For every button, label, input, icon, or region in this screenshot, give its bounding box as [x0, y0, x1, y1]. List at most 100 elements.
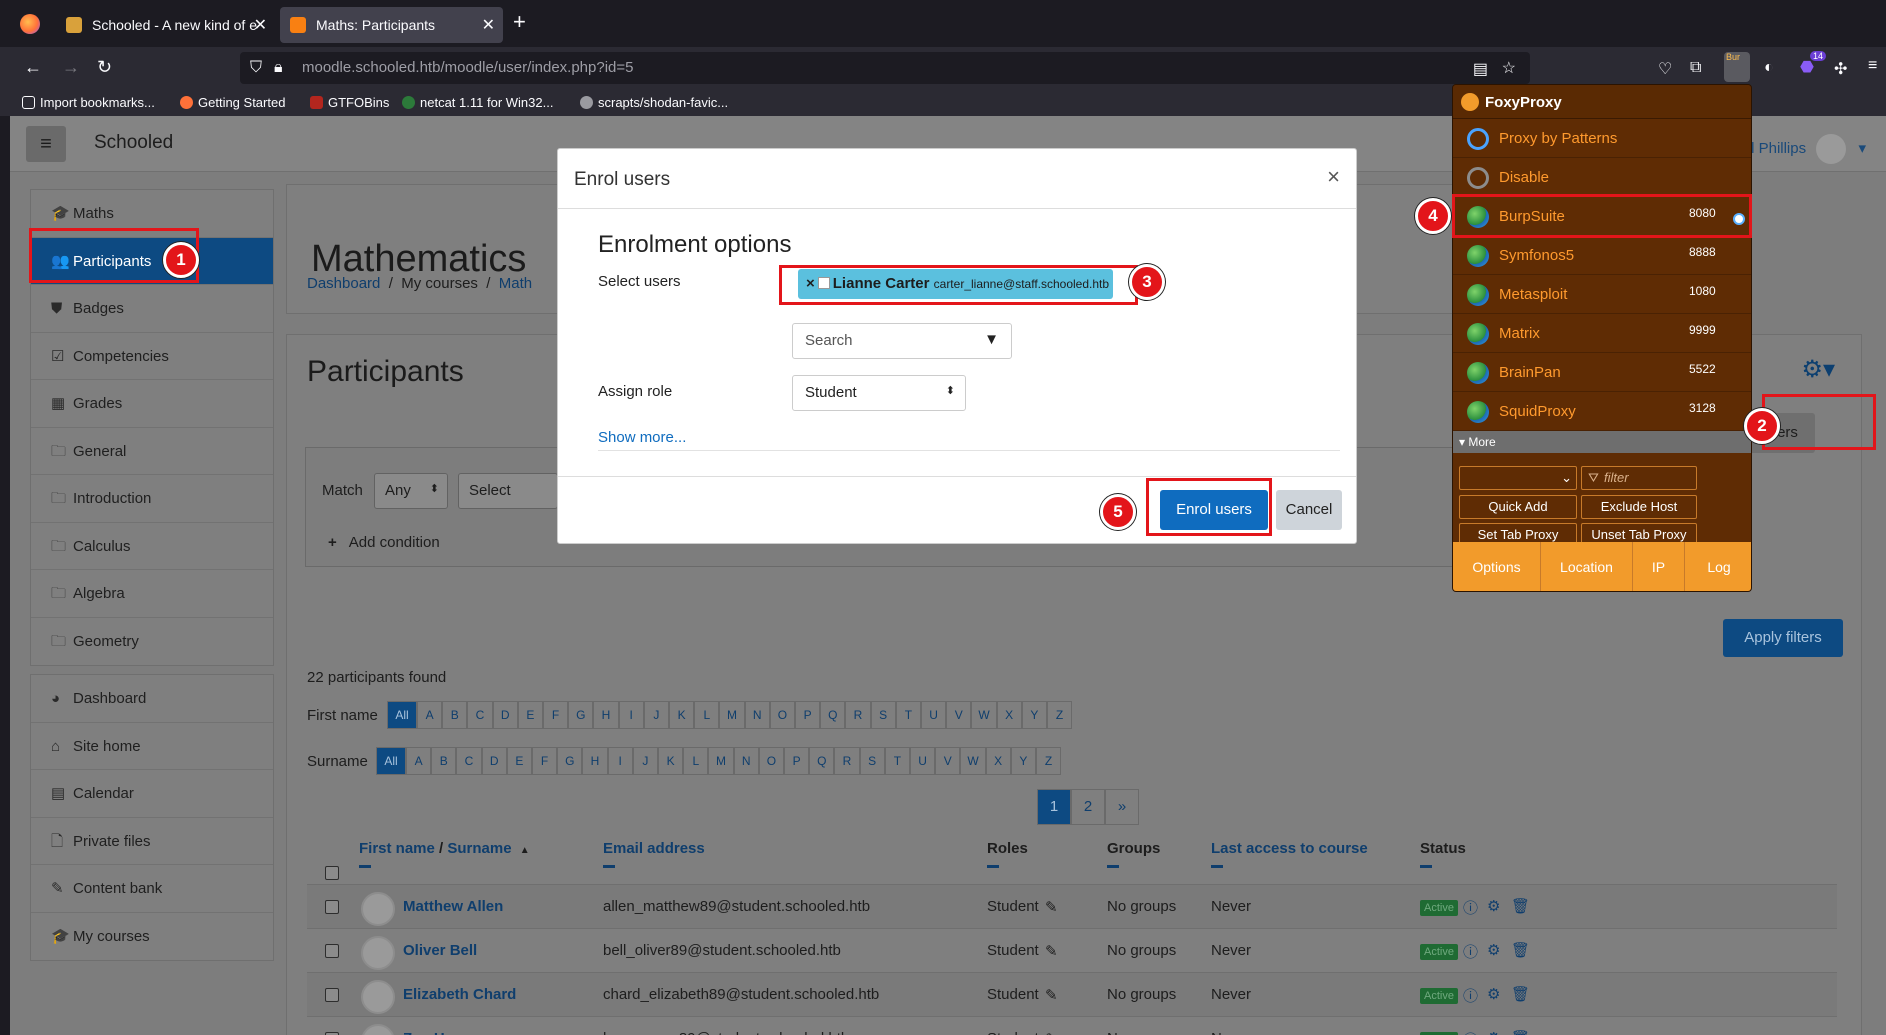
col-email[interactable]: Email address: [603, 840, 705, 868]
first-name-initial-f[interactable]: F: [543, 701, 569, 729]
collapse-column-icon[interactable]: [987, 865, 999, 868]
row-checkbox[interactable]: [325, 988, 339, 1002]
proxy-item-brainpan[interactable]: BrainPan 5522: [1453, 353, 1751, 392]
first-name-initial-r[interactable]: R: [845, 701, 871, 729]
first-name-initial-e[interactable]: E: [517, 701, 543, 729]
surname-initial-l[interactable]: L: [683, 747, 709, 775]
first-name-initial-all[interactable]: All: [387, 701, 417, 729]
back-icon[interactable]: ←: [24, 57, 42, 78]
surname-initial-p[interactable]: P: [784, 747, 810, 775]
surname-initial-u[interactable]: U: [910, 747, 936, 775]
proxy-item-squidproxy[interactable]: SquidProxy 3128: [1453, 392, 1751, 431]
first-name-initial-z[interactable]: Z: [1047, 701, 1073, 729]
first-name-initial-a[interactable]: A: [417, 701, 443, 729]
breadcrumb-my-courses[interactable]: My courses: [401, 275, 478, 292]
collapse-column-icon[interactable]: [1211, 865, 1223, 868]
first-name-initial-g[interactable]: G: [568, 701, 594, 729]
surname-initial-m[interactable]: M: [708, 747, 734, 775]
first-name-initial-p[interactable]: P: [795, 701, 821, 729]
close-icon[interactable]: ×: [1327, 164, 1340, 190]
bookmark-import[interactable]: Import bookmarks...: [22, 95, 155, 110]
first-name-initial-n[interactable]: N: [744, 701, 770, 729]
surname-initial-q[interactable]: Q: [809, 747, 835, 775]
collapse-column-icon[interactable]: [359, 865, 371, 868]
first-name-initial-i[interactable]: I: [618, 701, 644, 729]
bookmark-gtfobins[interactable]: GTFOBins: [310, 95, 389, 110]
drawer-item-general[interactable]: 🗀 General: [31, 428, 273, 475]
surname-initial-c[interactable]: C: [456, 747, 482, 775]
drawer-item-algebra[interactable]: 🗀 Algebra: [31, 570, 273, 618]
drawer-item-content-bank[interactable]: ✎ Content bank: [31, 865, 273, 913]
trash-icon[interactable]: 🗑︎: [1511, 897, 1530, 915]
mode-disable[interactable]: Disable: [1453, 158, 1751, 197]
shield-extension-icon[interactable]: ⬣ 14: [1800, 51, 1827, 77]
surname-initial-f[interactable]: F: [532, 747, 558, 775]
first-name-initial-w[interactable]: W: [971, 701, 997, 729]
pattern-select[interactable]: ⌄: [1459, 466, 1577, 490]
assign-role-select[interactable]: Student ⬍: [792, 375, 966, 411]
exclude-host-button[interactable]: Exclude Host: [1581, 495, 1697, 519]
tab-schooled[interactable]: Schooled - A new kind of e ✕: [56, 7, 275, 43]
first-name-initial-k[interactable]: K: [669, 701, 695, 729]
tab-ip[interactable]: IP: [1633, 542, 1685, 591]
tab-maths-participants[interactable]: Maths: Participants ✕: [280, 7, 503, 43]
user-search-input[interactable]: Search ▼: [792, 323, 1012, 359]
pencil-icon[interactable]: ✎: [1045, 898, 1058, 916]
add-condition-button[interactable]: + Add condition: [328, 534, 440, 551]
bookmark-getting-started[interactable]: Getting Started: [180, 95, 285, 110]
info-icon[interactable]: ⓘ: [1463, 941, 1478, 962]
surname-initial-e[interactable]: E: [506, 747, 532, 775]
bookmark-shodan[interactable]: scrapts/shodan-favic...: [580, 95, 728, 110]
bookmark-star-icon[interactable]: ☆: [1502, 58, 1516, 78]
first-name-initial-d[interactable]: D: [492, 701, 518, 729]
gear-icon[interactable]: ⚙: [1487, 1029, 1500, 1035]
participant-name[interactable]: Matthew Allen: [403, 898, 503, 915]
filter-type-select[interactable]: Select: [458, 473, 558, 509]
proxy-item-symfonos5[interactable]: Symfonos5 8888: [1453, 236, 1751, 275]
surname-initial-o[interactable]: O: [758, 747, 784, 775]
collapse-column-icon[interactable]: [603, 865, 615, 868]
breadcrumb-math[interactable]: Math: [499, 275, 532, 292]
first-name-initial-y[interactable]: Y: [1021, 701, 1047, 729]
menu-icon[interactable]: ≡: [1868, 57, 1877, 75]
col-last-access[interactable]: Last access to course: [1211, 840, 1368, 868]
drawer-item-geometry[interactable]: 🗀 Geometry: [31, 618, 273, 666]
reload-icon[interactable]: ↻: [97, 57, 112, 78]
reader-view-icon[interactable]: ▤: [1473, 59, 1488, 79]
apply-filters-button[interactable]: Apply filters: [1723, 619, 1843, 657]
foxyproxy-toolbar-icon[interactable]: Bur: [1724, 52, 1750, 82]
select-all-checkbox[interactable]: [325, 866, 339, 880]
gear-icon[interactable]: ⚙▾: [1801, 355, 1835, 384]
tab-options[interactable]: Options: [1453, 542, 1541, 591]
proxy-item-metasploit[interactable]: Metasploit 1080: [1453, 275, 1751, 314]
close-tab-icon[interactable]: ✕: [482, 15, 495, 35]
first-name-initial-v[interactable]: V: [946, 701, 972, 729]
drawer-item-grades[interactable]: ▦ Grades: [31, 380, 273, 428]
surname-initial-n[interactable]: N: [733, 747, 759, 775]
drawer-item-private-files[interactable]: 🗋 Private files: [31, 818, 273, 865]
surname-initial-y[interactable]: Y: [1010, 747, 1036, 775]
close-tab-icon[interactable]: ✕: [254, 15, 267, 35]
first-name-initial-h[interactable]: H: [593, 701, 619, 729]
info-icon[interactable]: ⓘ: [1463, 985, 1478, 1006]
surname-initial-k[interactable]: K: [658, 747, 684, 775]
trash-icon[interactable]: 🗑︎: [1511, 1029, 1530, 1035]
drawer-item-badges[interactable]: ⛊ Badges: [31, 285, 273, 333]
first-name-initial-o[interactable]: O: [769, 701, 795, 729]
info-icon[interactable]: ⓘ: [1463, 1029, 1478, 1035]
collapse-column-icon[interactable]: [1420, 865, 1432, 868]
more-toggle[interactable]: ▾ More: [1453, 431, 1751, 453]
page-2[interactable]: 2: [1071, 789, 1105, 825]
puzzle-icon[interactable]: ✣: [1834, 59, 1847, 79]
pencil-icon[interactable]: ✎: [1045, 942, 1058, 960]
extensions-icon[interactable]: ⧉: [1690, 59, 1701, 77]
new-tab-icon[interactable]: +: [513, 9, 526, 35]
drawer-item-dashboard[interactable]: ◕ Dashboard: [31, 675, 273, 723]
first-name-initial-m[interactable]: M: [719, 701, 745, 729]
forward-icon[interactable]: →: [62, 57, 80, 78]
drawer-item-calendar[interactable]: ▤ Calendar: [31, 770, 273, 818]
participant-name[interactable]: Oliver Bell: [403, 942, 477, 959]
site-brand[interactable]: Schooled: [94, 132, 173, 154]
mode-proxy-by-patterns[interactable]: Proxy by Patterns: [1453, 119, 1751, 158]
drawer-item-introduction[interactable]: 🗀 Introduction: [31, 475, 273, 523]
